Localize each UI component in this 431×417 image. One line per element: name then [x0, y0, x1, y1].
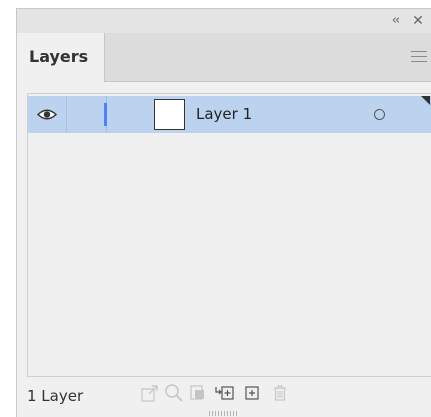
locate-object-icon[interactable]: [163, 382, 185, 404]
lock-toggle[interactable]: [66, 96, 107, 133]
tab-layers[interactable]: Layers: [17, 33, 105, 82]
close-icon[interactable]: ✕: [411, 12, 425, 30]
tab-row: Layers: [17, 33, 431, 82]
new-layer-icon[interactable]: [241, 382, 263, 404]
panel-titlebar[interactable]: ‹‹ ✕: [17, 9, 431, 34]
layers-list: Layer 1: [27, 93, 431, 377]
resize-grip[interactable]: [209, 411, 237, 416]
visibility-toggle[interactable]: [28, 96, 67, 133]
create-sublayer-icon[interactable]: [213, 382, 235, 404]
layer-count: 1 Layer: [27, 387, 84, 405]
eye-icon: [36, 109, 58, 120]
layer-thumbnail: [154, 99, 185, 130]
layers-panel: ‹‹ ✕ Layers Layer 1 1 Layer: [16, 8, 431, 417]
collapse-icon[interactable]: ‹‹: [387, 12, 403, 30]
panel-footer: 1 Layer: [17, 377, 431, 409]
panel-menu-icon[interactable]: [411, 51, 427, 63]
target-icon[interactable]: [374, 109, 385, 120]
make-clipping-mask-icon[interactable]: [187, 382, 209, 404]
selection-corner-indicator: [421, 96, 430, 105]
tab-label: Layers: [29, 47, 89, 66]
export-icon[interactable]: [139, 382, 161, 404]
layer-row[interactable]: Layer 1: [28, 96, 431, 133]
layer-name[interactable]: Layer 1: [196, 105, 252, 123]
layer-color-indicator: [104, 103, 107, 126]
delete-icon[interactable]: [269, 382, 291, 404]
